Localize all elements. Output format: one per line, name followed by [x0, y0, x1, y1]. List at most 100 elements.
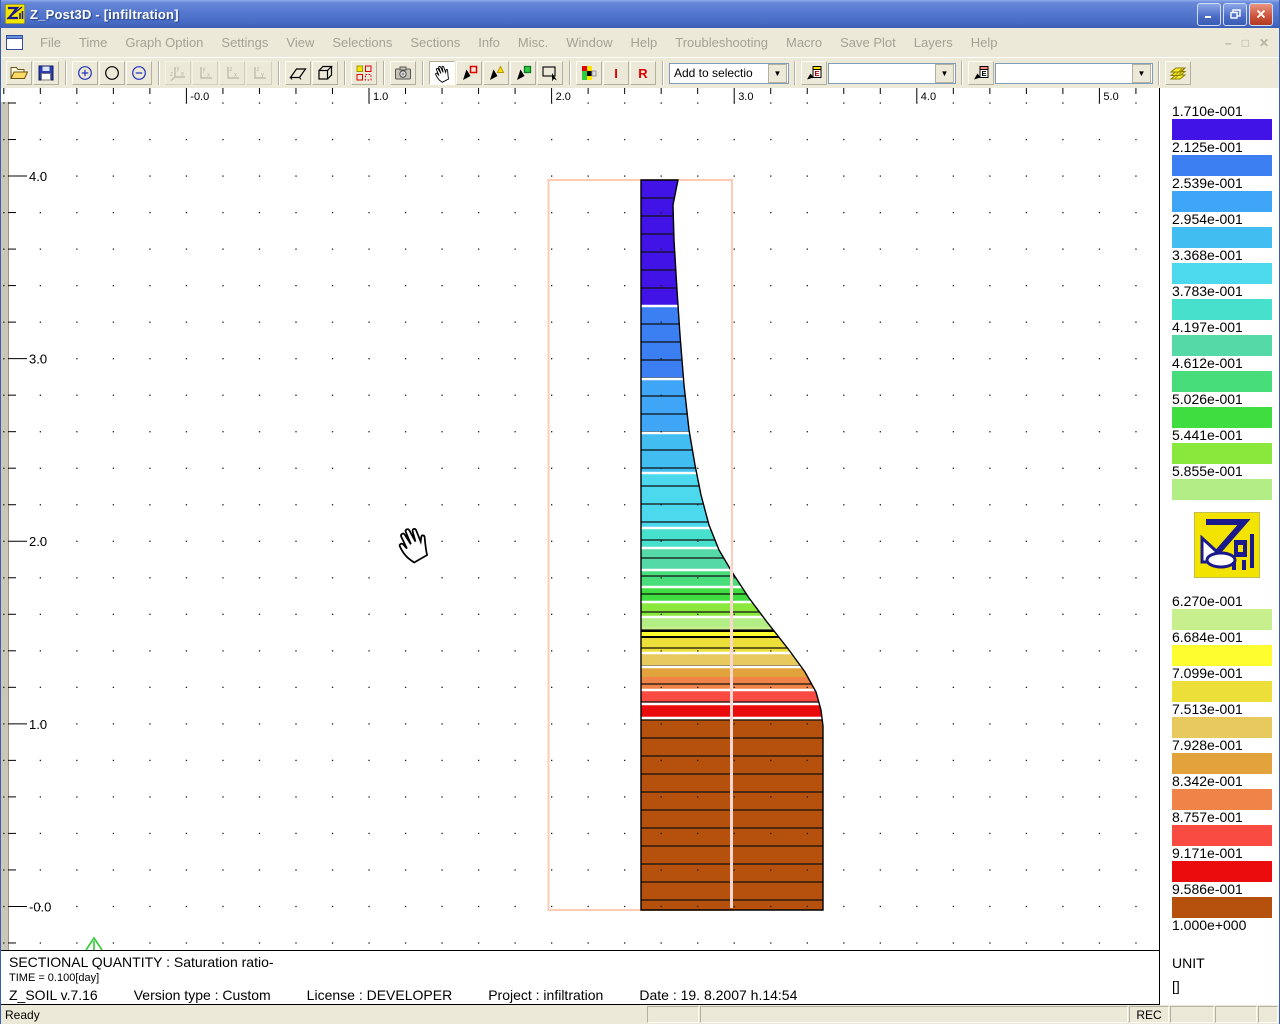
- contour-band: [641, 548, 941, 570]
- toolbar-separator: [422, 61, 424, 85]
- snapshot-button[interactable]: [390, 61, 416, 85]
- solid-view-button[interactable]: [312, 61, 338, 85]
- reset-button[interactable]: R: [630, 61, 656, 85]
- pick-node-button[interactable]: [456, 61, 482, 85]
- toolbar-separator: [383, 61, 385, 85]
- legend-value-label: 7.928e-001: [1172, 738, 1280, 753]
- contour-band: [641, 653, 941, 667]
- contour-band: [641, 180, 941, 306]
- legend-value-label: 4.612e-001: [1172, 356, 1280, 371]
- section-slab-icon: [288, 63, 308, 83]
- chevron-down-icon[interactable]: ▼: [768, 64, 787, 83]
- minimize-button[interactable]: [1197, 3, 1221, 26]
- pick-edge-button[interactable]: [483, 61, 509, 85]
- window-zoom-button[interactable]: [537, 61, 563, 85]
- pan-tool-button[interactable]: [429, 61, 455, 85]
- svg-text:x: x: [207, 73, 210, 79]
- menu-item-graph-option[interactable]: Graph Option: [116, 31, 212, 54]
- zoom-out-button[interactable]: [126, 61, 152, 85]
- app-icon: [5, 4, 25, 24]
- legend-color-swatch: [1172, 371, 1272, 392]
- existing-selection-button[interactable]: E: [801, 61, 827, 85]
- multi-view-button[interactable]: [351, 61, 377, 85]
- save-button[interactable]: [33, 61, 59, 85]
- pick-face-button[interactable]: [510, 61, 536, 85]
- plot-canvas-area[interactable]: -0.01.02.03.04.05.04.03.02.01.0-0.0: [1, 88, 1159, 950]
- toolbar-separator: [569, 61, 571, 85]
- svg-text:E: E: [981, 69, 986, 78]
- chevron-down-icon[interactable]: ▼: [935, 64, 954, 83]
- menu-item-settings[interactable]: Settings: [212, 31, 277, 54]
- menu-item-info[interactable]: Info: [469, 31, 509, 54]
- selection-mode-combo[interactable]: Add to selectio ▼: [669, 63, 789, 84]
- legend-value-label: 2.125e-001: [1172, 140, 1280, 155]
- initial-state-button[interactable]: I: [603, 61, 629, 85]
- restore-icon: [1230, 9, 1241, 19]
- close-button[interactable]: [1249, 3, 1273, 26]
- info-field: Project : infiltration: [488, 987, 603, 1003]
- restore-button[interactable]: [1223, 3, 1247, 26]
- pick-node-icon: [459, 63, 479, 83]
- status-panel: [1215, 1006, 1257, 1023]
- menu-item-macro[interactable]: Macro: [777, 31, 831, 54]
- legend-value-label: 7.099e-001: [1172, 666, 1280, 681]
- menu-item-sections[interactable]: Sections: [401, 31, 469, 54]
- toolbar-separator: [158, 61, 160, 85]
- view-3d-axes-button[interactable]: yxz: [165, 61, 191, 85]
- menu-item-layers[interactable]: Layers: [905, 31, 962, 54]
- h-ruler-label: 3.0: [738, 91, 753, 103]
- layers-button[interactable]: [1165, 61, 1191, 85]
- menu-item-time[interactable]: Time: [70, 31, 116, 54]
- menu-item-troubleshooting[interactable]: Troubleshooting: [666, 31, 777, 54]
- zoom-window-button[interactable]: [99, 61, 125, 85]
- menu-item-help[interactable]: Help: [621, 31, 666, 54]
- info-field: Version type : Custom: [134, 987, 271, 1003]
- legend-value-label: 2.539e-001: [1172, 176, 1280, 191]
- toolbar-separator: [344, 61, 346, 85]
- menu-item-help-2[interactable]: Help: [962, 31, 1007, 54]
- toolbar-separator: [662, 61, 664, 85]
- status-panel: [700, 1006, 1128, 1023]
- selection-list-combo[interactable]: ▼: [828, 63, 956, 84]
- legend-value-label: 5.441e-001: [1172, 428, 1280, 443]
- view-zy-plane-button[interactable]: zy: [246, 61, 272, 85]
- legend-color-swatch: [1172, 789, 1272, 810]
- zoom-in-button[interactable]: [72, 61, 98, 85]
- existing-group-button[interactable]: E: [968, 61, 994, 85]
- legend-value-label: 9.171e-001: [1172, 846, 1280, 861]
- group-list-combo[interactable]: ▼: [995, 63, 1153, 84]
- menu-items: FileTimeGraph OptionSettingsViewSelectio…: [31, 31, 1007, 54]
- menu-item-window[interactable]: Window: [557, 31, 621, 54]
- status-bar: Ready REC: [1, 1005, 1279, 1024]
- status-panel: [647, 1006, 699, 1023]
- section-cut-button[interactable]: [285, 61, 311, 85]
- rect-select-icon: [540, 63, 560, 83]
- contour-plot[interactable]: -0.01.02.03.04.05.04.03.02.01.0-0.0: [1, 88, 1159, 950]
- view-yx-plane-button[interactable]: yx: [192, 61, 218, 85]
- legend-value-label: 5.026e-001: [1172, 392, 1280, 407]
- menu-item-save-plot[interactable]: Save Plot: [831, 31, 905, 54]
- record-indicator: REC: [1129, 1006, 1169, 1023]
- legend-color-swatch: [1172, 681, 1272, 702]
- legend-color-swatch: [1172, 825, 1272, 846]
- svg-text:y: y: [177, 66, 180, 72]
- mdi-restore-icon[interactable]: □: [1242, 36, 1249, 50]
- selection-list-yellow-icon: E: [804, 63, 824, 83]
- document-icon[interactable]: [6, 35, 23, 50]
- chevron-down-icon[interactable]: ▼: [1132, 64, 1151, 83]
- svg-text:x: x: [181, 72, 184, 78]
- mdi-close-icon[interactable]: ✕: [1259, 36, 1269, 50]
- plane-zx-icon: zx: [222, 63, 242, 83]
- menu-item-misc-[interactable]: Misc.: [509, 31, 557, 54]
- menu-item-file[interactable]: File: [31, 31, 70, 54]
- open-button[interactable]: [6, 61, 32, 85]
- material-colors-button[interactable]: [576, 61, 602, 85]
- svg-text:E: E: [814, 69, 819, 78]
- menu-item-view[interactable]: View: [277, 31, 323, 54]
- mdi-minimize-icon[interactable]: –: [1225, 36, 1232, 50]
- h-ruler-label: 1.0: [373, 91, 388, 103]
- view-zx-plane-button[interactable]: zx: [219, 61, 245, 85]
- contour-band: [641, 473, 941, 528]
- menu-item-selections[interactable]: Selections: [323, 31, 401, 54]
- svg-text:x: x: [234, 73, 237, 79]
